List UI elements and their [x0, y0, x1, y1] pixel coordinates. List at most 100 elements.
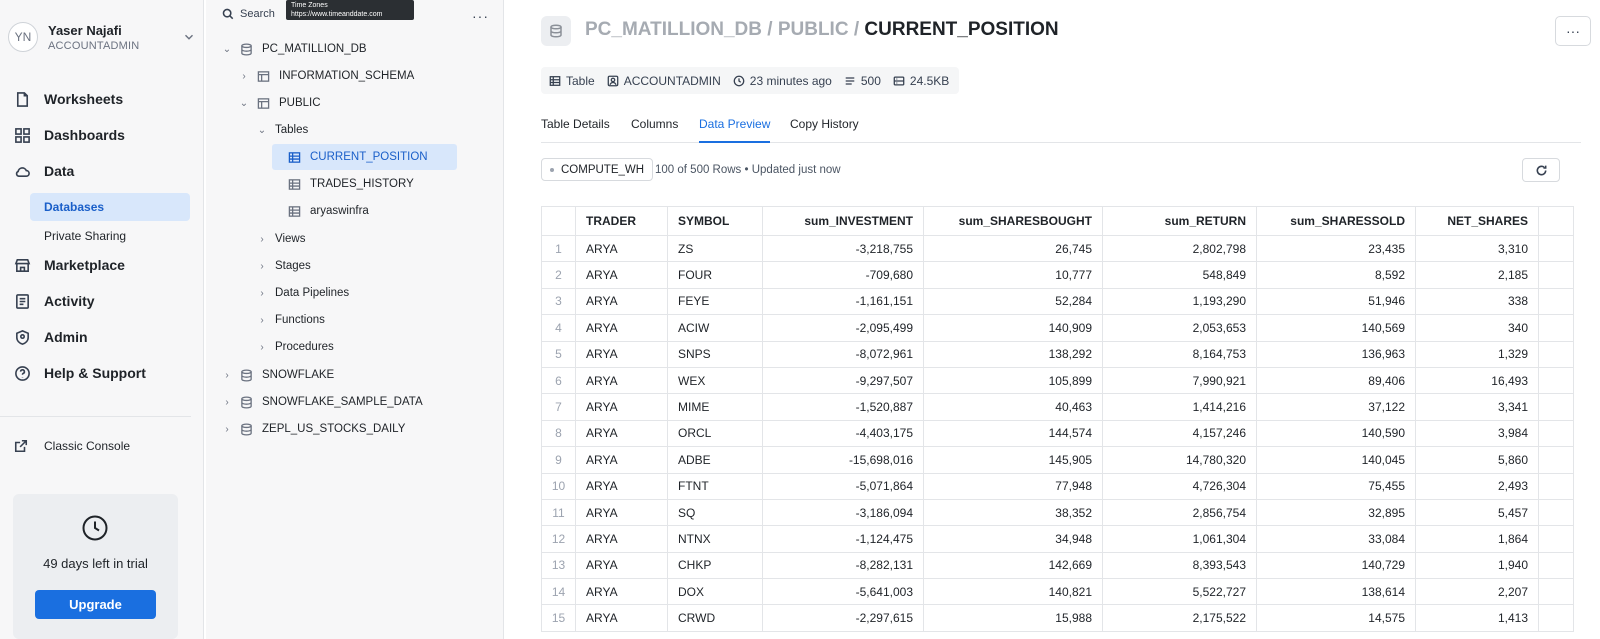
nav-help-label: Help & Support [44, 365, 146, 381]
tab-columns[interactable]: Columns [631, 117, 678, 143]
table-icon [549, 75, 561, 86]
tree-group-stages[interactable]: › Stages [257, 253, 310, 279]
trial-days-text: 49 days left in trial [43, 556, 148, 571]
table-row[interactable]: 11 ARYA SQ -3,186,094 38,352 2,856,754 32,895 5… [541, 498, 1574, 527]
more-actions-button[interactable]: ··· [1555, 16, 1591, 46]
refresh-button[interactable] [1522, 158, 1560, 182]
nav-marketplace[interactable]: Marketplace [14, 254, 125, 276]
table-row[interactable]: 14 ARYA DOX -5,641,003 140,821 5,522,727 138,6… [541, 578, 1574, 606]
tree-db-snowflake-sample[interactable]: › SNOWFLAKE_SAMPLE_DATA [222, 389, 423, 415]
breadcrumb-schema[interactable]: PUBLIC [778, 19, 849, 40]
table-row[interactable]: 4 ARYA ACIW -2,095,499 140,909 2,053,653 140,5… [541, 314, 1574, 342]
chevron-down-icon: ⌄ [257, 124, 267, 136]
warehouse-selector[interactable]: COMPUTE_WH [541, 158, 654, 181]
table-cell: -5,641,003 [762, 578, 924, 606]
document-icon [16, 91, 29, 107]
column-header[interactable]: TRADER [575, 206, 668, 236]
table-cell: ARYA [575, 314, 668, 342]
breadcrumb-db[interactable]: PC_MATILLION_DB [585, 19, 762, 40]
nav-activity[interactable]: Activity [14, 290, 95, 312]
table-row[interactable]: 6 ARYA WEX -9,297,507 105,899 7,990,921 89,406… [541, 366, 1574, 395]
table-row[interactable]: 12 ARYA NTNX -1,124,475 34,948 1,061,304 33,08… [541, 525, 1574, 553]
table-cell: 144,574 [923, 419, 1103, 448]
chevron-right-icon: › [260, 287, 264, 299]
table-row[interactable]: 3 ARYA FEYE -1,161,151 52,284 1,193,290 51,946… [541, 287, 1574, 316]
user-menu[interactable]: YN Yaser Najafi ACCOUNTADMIN [8, 20, 196, 54]
search-button[interactable]: Search [222, 8, 275, 20]
nav-private-sharing[interactable]: Private Sharing [30, 222, 190, 250]
nav-worksheets[interactable]: Worksheets [14, 88, 123, 110]
chevron-down-icon: ⌄ [239, 97, 249, 109]
table-cell: 2,207 [1415, 578, 1539, 606]
table-row[interactable]: 15 ARYA CRWD -2,297,615 15,988 2,175,522 14,57… [541, 604, 1574, 632]
tree-label: INFORMATION_SCHEMA [279, 70, 415, 82]
tab-data-preview[interactable]: Data Preview [699, 117, 771, 143]
nav-admin[interactable]: Admin [14, 326, 88, 348]
tree-table-aryaswinfra[interactable]: aryaswinfra [288, 198, 369, 224]
classic-console-label: Classic Console [44, 439, 131, 453]
schema-icon [257, 97, 270, 109]
tree-schema-information[interactable]: › INFORMATION_SCHEMA [239, 63, 414, 89]
table-cell: 8,393,543 [1102, 551, 1257, 580]
database-icon [241, 368, 252, 382]
table-row[interactable]: 8 ARYA ORCL -4,403,175 144,574 4,157,246 140,5… [541, 419, 1574, 448]
column-header[interactable]: NET_SHARES [1415, 206, 1539, 236]
column-header[interactable]: sum_SHARESSOLD [1256, 206, 1416, 236]
tree-db-zepl[interactable]: › ZEPL_US_STOCKS_DAILY [222, 416, 405, 442]
tree-group-views[interactable]: › Views [257, 226, 305, 252]
browser-more-button[interactable]: ··· [472, 8, 489, 24]
table-cell: 3,341 [1415, 393, 1539, 421]
user-role: ACCOUNTADMIN [48, 39, 140, 52]
tree-db-snowflake[interactable]: › SNOWFLAKE [222, 362, 334, 388]
column-header[interactable]: sum_INVESTMENT [762, 206, 924, 236]
tree-schema-public[interactable]: ⌄ PUBLIC [239, 90, 321, 116]
column-header[interactable]: sum_SHARESBOUGHT [923, 206, 1103, 236]
avatar: YN [8, 22, 38, 52]
data-preview-table: TRADER SYMBOL sum_INVESTMENT sum_SHARESBOUG… [541, 206, 1574, 632]
table-cell: -1,124,475 [762, 525, 924, 553]
tab-table-details[interactable]: Table Details [541, 117, 610, 143]
tree-group-data-pipelines[interactable]: › Data Pipelines [257, 280, 349, 306]
tree-group-procedures[interactable]: › Procedures [257, 334, 333, 360]
table-row[interactable]: 10 ARYA FTNT -5,071,864 77,948 4,726,304 75,45… [541, 472, 1574, 500]
nav-data[interactable]: Data [14, 160, 74, 182]
table-row[interactable]: 5 ARYA SNPS -8,072,961 138,292 8,164,753 136,9… [541, 340, 1574, 368]
table-row[interactable]: 7 ARYA MIME -1,520,887 40,463 1,414,216 37,122… [541, 393, 1574, 421]
tree-db-pc-matillion[interactable]: ⌄ PC_MATILLION_DB [222, 36, 367, 62]
row-number: 10 [541, 472, 576, 500]
nav-dashboards-label: Dashboards [44, 127, 125, 143]
tree-table-current-position[interactable]: CURRENT_POSITION [272, 144, 457, 170]
classic-console-link[interactable]: Classic Console [14, 439, 130, 453]
table-cell: 14,780,320 [1102, 446, 1257, 474]
table-row[interactable]: 9 ARYA ADBE -15,698,016 145,905 14,780,320 140… [541, 446, 1574, 474]
table-row[interactable]: 1 ARYA ZS -3,218,755 26,745 2,802,798 23,435 3,… [541, 234, 1574, 263]
tree-label: Views [275, 233, 306, 245]
table-cell: -709,680 [762, 261, 924, 289]
table-row[interactable]: 2 ARYA FOUR -709,680 10,777 548,849 8,592 2,185 [541, 261, 1574, 289]
column-header[interactable]: sum_RETURN [1102, 206, 1257, 236]
tree-group-tables[interactable]: ⌄ Tables [257, 117, 308, 143]
nav-help[interactable]: Help & Support [14, 362, 146, 384]
column-header[interactable]: SYMBOL [667, 206, 763, 236]
table-row[interactable]: 13 ARYA CHKP -8,282,131 142,669 8,393,543 140,… [541, 551, 1574, 580]
chevron-right-icon: › [260, 233, 264, 245]
tab-copy-history[interactable]: Copy History [790, 117, 859, 143]
upgrade-button[interactable]: Upgrade [35, 590, 156, 619]
database-icon [550, 24, 562, 38]
tree-label: SNOWFLAKE_SAMPLE_DATA [262, 396, 423, 408]
tree-label: PUBLIC [279, 97, 321, 109]
table-cell: SQ [667, 498, 763, 527]
search-label: Search [240, 8, 275, 20]
nav-dashboards[interactable]: Dashboards [14, 124, 125, 146]
table-cell: -8,072,961 [762, 340, 924, 368]
tree-group-functions[interactable]: › Functions [257, 307, 325, 333]
help-icon [15, 365, 30, 381]
shield-icon [16, 329, 29, 345]
nav-databases[interactable]: Databases [30, 193, 190, 221]
chevron-down-icon: ⌄ [222, 43, 232, 55]
table-cell: 140,909 [923, 314, 1103, 342]
table-cell: ORCL [667, 419, 763, 448]
tree-table-trades-history[interactable]: TRADES_HISTORY [288, 171, 414, 197]
rows-icon [845, 76, 855, 85]
table-cell: -3,218,755 [762, 234, 924, 263]
